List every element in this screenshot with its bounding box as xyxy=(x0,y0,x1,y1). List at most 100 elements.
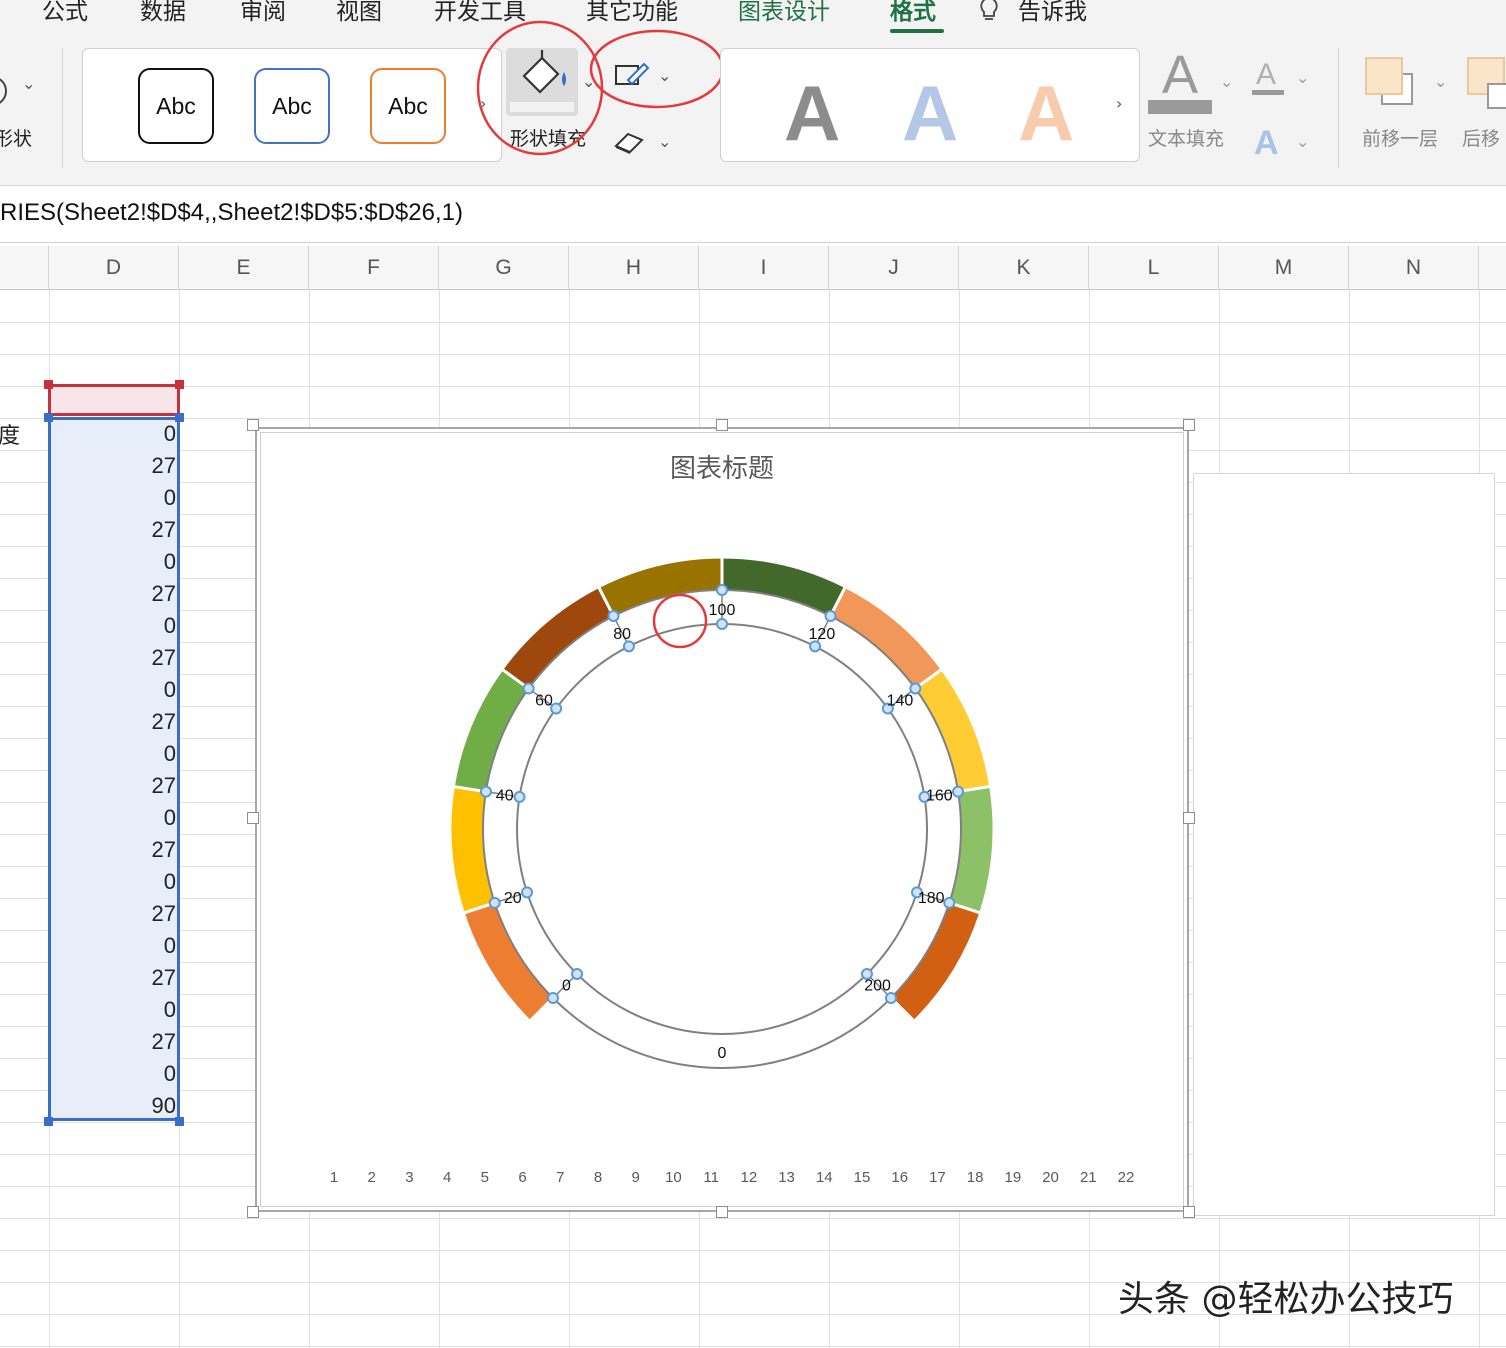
series-name-cell[interactable] xyxy=(48,384,180,416)
chevron-down-icon[interactable]: ⌄ xyxy=(1296,132,1309,151)
shape-style-black[interactable]: Abc xyxy=(138,68,214,144)
cell-value[interactable]: 0 xyxy=(52,738,176,770)
data-point-handle[interactable] xyxy=(521,886,534,899)
cell-value[interactable]: 0 xyxy=(52,866,176,898)
data-point-handle[interactable] xyxy=(943,896,956,909)
cell-value[interactable]: 27 xyxy=(52,642,176,674)
tab-tell-me[interactable]: 告诉我 xyxy=(1018,0,1087,26)
range-handle[interactable] xyxy=(44,380,53,389)
chart-resize-handle[interactable] xyxy=(247,419,259,431)
cell-value[interactable]: 0 xyxy=(52,1058,176,1090)
formula-text[interactable]: RIES(Sheet2!$D$4,,Sheet2!$D$5:$D$26,1) xyxy=(0,199,463,227)
cell-value[interactable]: 90 xyxy=(52,1090,176,1122)
cell-value[interactable]: 0 xyxy=(52,546,176,578)
wordart-gray[interactable]: A xyxy=(784,68,840,159)
data-point-handle[interactable] xyxy=(607,610,620,623)
chevron-down-icon[interactable]: ⌄ xyxy=(22,74,35,93)
chart-resize-handle[interactable] xyxy=(247,1206,259,1218)
data-point-handle[interactable] xyxy=(479,785,492,798)
column-header-h[interactable]: H xyxy=(569,246,699,290)
wordart-orange[interactable]: A xyxy=(1018,68,1074,159)
row-label: 度 xyxy=(0,424,21,449)
wordart-blue[interactable]: A xyxy=(902,68,958,159)
cell-value[interactable]: 27 xyxy=(52,450,176,482)
outer-ring-segment[interactable] xyxy=(911,667,993,794)
data-point-handle[interactable] xyxy=(488,896,501,909)
text-effects-icon[interactable]: A xyxy=(1254,124,1279,163)
data-point-handle[interactable] xyxy=(513,790,526,803)
chart-resize-handle[interactable] xyxy=(247,812,259,824)
text-fill-icon[interactable]: A xyxy=(1162,44,1198,106)
chart-resize-handle[interactable] xyxy=(716,419,728,431)
tab-review[interactable]: 审阅 xyxy=(240,0,286,26)
data-point-handle[interactable] xyxy=(547,991,560,1004)
chart-resize-handle[interactable] xyxy=(1183,1206,1195,1218)
x-axis-tick-label: 15 xyxy=(854,1169,871,1186)
cell-value[interactable]: 0 xyxy=(52,802,176,834)
outer-ring-segment[interactable] xyxy=(448,784,499,915)
outer-ring-segment[interactable] xyxy=(887,900,983,1024)
range-handle[interactable] xyxy=(175,1117,184,1126)
cell-value[interactable]: 27 xyxy=(52,834,176,866)
column-header-d[interactable]: D xyxy=(49,246,179,290)
cell-value[interactable]: 0 xyxy=(52,930,176,962)
cell-value[interactable]: 27 xyxy=(52,514,176,546)
tab-formulas[interactable]: 公式 xyxy=(42,0,88,26)
tab-format[interactable]: 格式 xyxy=(890,0,936,26)
tab-view[interactable]: 视图 xyxy=(336,0,382,26)
send-backward-icon[interactable] xyxy=(1466,56,1506,112)
eraser-effects-icon[interactable] xyxy=(612,128,646,156)
shape-circle-icon[interactable] xyxy=(0,74,12,108)
chart-resize-handle[interactable] xyxy=(716,1206,728,1218)
outer-ring-segment[interactable] xyxy=(827,584,945,692)
cell-value[interactable]: 27 xyxy=(52,578,176,610)
column-header-k[interactable]: K xyxy=(959,246,1089,290)
shape-style-orange[interactable]: Abc xyxy=(370,68,446,144)
column-header-j[interactable]: J xyxy=(829,246,959,290)
cell-value[interactable]: 0 xyxy=(52,418,176,450)
shape-style-blue[interactable]: Abc xyxy=(254,68,330,144)
column-header-l[interactable]: L xyxy=(1089,246,1219,290)
outer-ring-segment[interactable] xyxy=(461,900,557,1024)
chevron-down-icon[interactable]: ⌄ xyxy=(1434,72,1447,91)
range-handle[interactable] xyxy=(175,413,184,422)
chevron-down-icon[interactable]: ⌄ xyxy=(658,132,671,151)
data-point-handle[interactable] xyxy=(824,610,837,623)
chevron-down-icon[interactable]: ⌄ xyxy=(1220,72,1233,91)
cell-value[interactable]: 0 xyxy=(52,674,176,706)
data-point-handle[interactable] xyxy=(716,618,728,630)
data-point-handle[interactable] xyxy=(716,584,728,596)
column-header-i[interactable]: I xyxy=(699,246,829,290)
data-point-handle[interactable] xyxy=(522,682,535,695)
column-header-g[interactable]: G xyxy=(439,246,569,290)
gallery-more-icon[interactable]: › xyxy=(1116,94,1122,113)
doughnut-chart[interactable]: 02040608010012014016018020001 2 3 4 5 6 7 8 9 10 1… xyxy=(260,432,1184,1207)
column-header-f[interactable]: F xyxy=(309,246,439,290)
cell-value[interactable]: 0 xyxy=(52,610,176,642)
bring-forward-icon[interactable] xyxy=(1364,56,1424,112)
formula-bar[interactable]: RIES(Sheet2!$D$4,,Sheet2!$D$5:$D$26,1) xyxy=(0,187,1506,243)
column-header-m[interactable]: M xyxy=(1219,246,1349,290)
cell-value[interactable]: 0 xyxy=(52,994,176,1026)
tab-chart-design[interactable]: 图表设计 xyxy=(738,0,830,26)
cell-value[interactable]: 27 xyxy=(52,898,176,930)
chart-resize-handle[interactable] xyxy=(1183,419,1195,431)
text-outline-icon[interactable]: A xyxy=(1256,58,1276,92)
outer-ring-segment[interactable] xyxy=(945,784,996,915)
tab-data[interactable]: 数据 xyxy=(140,0,186,26)
data-point-handle[interactable] xyxy=(571,967,584,980)
data-point-handle[interactable] xyxy=(952,785,965,798)
chart-resize-handle[interactable] xyxy=(1183,812,1195,824)
cell-value[interactable]: 27 xyxy=(52,706,176,738)
range-handle[interactable] xyxy=(175,380,184,389)
chevron-down-icon[interactable]: ⌄ xyxy=(1296,68,1309,87)
outer-ring-segment[interactable] xyxy=(499,584,617,692)
outer-ring-segment[interactable] xyxy=(451,667,533,794)
cell-value[interactable]: 27 xyxy=(52,962,176,994)
cell-value[interactable]: 27 xyxy=(52,1026,176,1058)
outer-ring-segment[interactable] xyxy=(720,555,848,620)
cell-value[interactable]: 27 xyxy=(52,770,176,802)
cell-value[interactable]: 0 xyxy=(52,482,176,514)
column-header-e[interactable]: E xyxy=(179,246,309,290)
column-header-n[interactable]: N xyxy=(1349,246,1479,290)
